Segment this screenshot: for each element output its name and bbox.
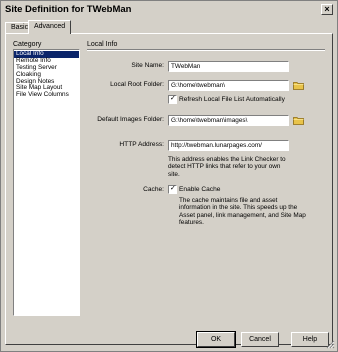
cancel-button[interactable]: Cancel (241, 332, 279, 347)
help-line: features. (179, 219, 204, 227)
help-line: site. (168, 170, 180, 178)
folder-icon[interactable] (293, 81, 304, 90)
refresh-local-checkbox[interactable]: ✓ (168, 95, 177, 104)
http-address-label: HTTP Address: (119, 141, 164, 148)
http-address-field[interactable]: http://twebman.lunarpages.com/ (168, 140, 289, 151)
help-line: The cache maintains file and asset (179, 197, 278, 204)
help-line: Asset panel, link management, and Site M… (179, 211, 306, 219)
category-item-file-view-columns[interactable]: File View Columns (14, 91, 79, 99)
folder-icon[interactable] (293, 116, 304, 125)
enable-cache-label[interactable]: Enable Cache (179, 186, 220, 193)
cache-help: The cache maintains file and asset infor… (179, 197, 306, 227)
close-button[interactable]: × (321, 4, 333, 15)
section-divider (87, 49, 325, 51)
default-images-folder-label: Default Images Folder: (97, 116, 164, 123)
site-name-label: Site Name: (131, 62, 164, 69)
http-address-help: This address enables the Link Checker to… (168, 156, 286, 178)
refresh-local-label[interactable]: Refresh Local File List Automatically (179, 96, 285, 103)
site-name-field[interactable]: TWebMan (168, 61, 289, 72)
local-root-folder-label: Local Root Folder: (110, 81, 164, 88)
title-bar: Site Definition for TWebMan × (1, 1, 337, 19)
help-line: information in the site. This speeds up … (179, 204, 298, 212)
checkmark-icon: ✓ (170, 185, 176, 192)
default-images-folder-field[interactable]: G:\home\twebman\images\ (168, 115, 289, 126)
category-label: Category (13, 41, 42, 48)
help-line: This address enables the Link Checker to (168, 156, 286, 163)
window-title: Site Definition for TWebMan (5, 4, 132, 15)
cache-label: Cache: (143, 186, 164, 193)
resize-grip-icon[interactable] (325, 339, 335, 349)
section-title: Local Info (87, 41, 118, 48)
help-button[interactable]: Help (291, 332, 329, 347)
help-line: detect HTTP links that refer to your own (168, 163, 281, 171)
close-icon: × (324, 4, 330, 14)
enable-cache-checkbox[interactable]: ✓ (168, 185, 177, 194)
local-root-folder-field[interactable]: G:\home\twebman\ (168, 80, 289, 91)
tab-advanced[interactable]: Advanced (28, 20, 72, 34)
category-list[interactable]: Local Info Remote Info Testing Server Cl… (13, 49, 80, 316)
checkmark-icon: ✓ (170, 95, 176, 102)
site-definition-dialog: Site Definition for TWebMan × Basic Adva… (0, 0, 338, 352)
ok-button[interactable]: OK (196, 331, 236, 348)
